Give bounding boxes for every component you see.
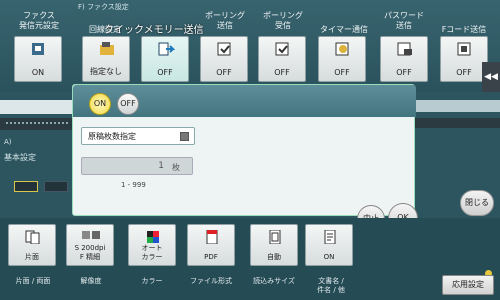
section-label: F) ファクス設定 xyxy=(78,3,129,11)
off-toggle[interactable]: OFF xyxy=(117,93,139,115)
timer-send-label: OFF xyxy=(334,68,350,77)
duplex-icon xyxy=(25,230,40,244)
password-icon xyxy=(397,42,412,56)
left-stripe xyxy=(0,100,75,114)
quick-memory-send-button[interactable]: OFF xyxy=(141,36,189,82)
line-setting-button[interactable]: 指定なし xyxy=(82,36,130,82)
collapse-tab[interactable]: ◀◀ xyxy=(482,62,500,92)
page-count-checkbox[interactable] xyxy=(180,132,189,141)
fbtn-title-4: ポーリング 受信 xyxy=(263,11,303,30)
mode-chip-2[interactable] xyxy=(44,181,68,192)
duplex-label: 片面 xyxy=(25,253,39,261)
fax-sender-label: ON xyxy=(31,68,45,77)
polling-receive-button[interactable]: OFF xyxy=(258,36,306,82)
timer-icon xyxy=(335,42,349,56)
color-button[interactable]: オート カラー xyxy=(128,224,176,266)
file-format-label: PDF xyxy=(204,253,218,261)
page-count-field[interactable]: 1 枚 xyxy=(81,157,193,175)
right-stripe xyxy=(412,100,500,112)
polling-receive-icon xyxy=(275,42,289,56)
page-count-range: 1 - 999 xyxy=(121,181,146,189)
fbtn-title-0: ファクス 発信元設定 xyxy=(19,11,59,30)
document-name-icon xyxy=(324,230,336,244)
dialog-title: クイックメモリー送信 xyxy=(104,25,204,36)
fbtn-title-7: Fコード送信 xyxy=(441,25,487,34)
close-button[interactable]: 閉じる xyxy=(460,190,494,216)
resolution-icon xyxy=(82,231,100,239)
divider xyxy=(6,122,68,125)
resolution-caption: 解像度 xyxy=(80,277,102,285)
timer-send-button[interactable]: OFF xyxy=(318,36,366,82)
polling-send-icon xyxy=(217,42,231,56)
page-count-checkbox-row[interactable]: 原稿枚数指定 xyxy=(81,127,195,145)
scan-size-button[interactable]: 自動 xyxy=(250,224,298,266)
applied-settings-button[interactable]: 応用設定 xyxy=(442,275,494,295)
quick-memory-send-label: OFF xyxy=(157,68,173,77)
page-count-label: 原稿枚数指定 xyxy=(88,132,136,141)
document-name-button[interactable]: ON xyxy=(305,224,353,266)
fcode-send-label: OFF xyxy=(456,68,472,77)
fax-line-icon xyxy=(100,42,114,55)
line-setting-label: 指定なし xyxy=(90,67,122,76)
document-name-label: ON xyxy=(323,253,335,261)
quick-memory-dialog: ON OFF 原稿枚数指定 1 枚 1 - 999 xyxy=(72,84,416,216)
document-name-caption: 文書名 / 件名 / 他 xyxy=(317,277,345,294)
pdf-icon xyxy=(206,230,218,244)
fax-sender-button[interactable]: ON xyxy=(14,36,62,82)
fcode-icon xyxy=(457,42,471,56)
color-label: オート カラー xyxy=(141,244,163,261)
color-caption: カラー xyxy=(141,277,163,285)
fcode-send-button[interactable]: OFF xyxy=(440,36,488,82)
basic-settings-label: 基本設定 xyxy=(4,153,36,162)
polling-receive-label: OFF xyxy=(274,68,290,77)
scan-size-caption: 読込みサイズ xyxy=(253,277,295,285)
duplex-caption: 片面 / 両面 xyxy=(15,277,51,285)
right-stripe-dark xyxy=(412,118,500,128)
fax-sender-icon xyxy=(32,43,44,55)
password-send-button[interactable]: OFF xyxy=(380,36,428,82)
scan-size-icon xyxy=(269,230,281,244)
color-icon xyxy=(147,231,159,243)
label-a: A) xyxy=(4,138,12,146)
page-count-value: 1 xyxy=(158,161,164,171)
polling-send-button[interactable]: OFF xyxy=(200,36,248,82)
resolution-button[interactable]: S 200dpi F 精細 xyxy=(66,224,114,266)
password-send-label: OFF xyxy=(396,68,412,77)
on-toggle[interactable]: ON xyxy=(89,93,111,115)
mode-chip-1[interactable] xyxy=(14,181,38,192)
chevron-left-icon: ◀◀ xyxy=(484,72,498,82)
scan-size-label: 自動 xyxy=(267,253,281,261)
send-icon xyxy=(158,42,175,56)
duplex-button[interactable]: 片面 xyxy=(8,224,56,266)
file-format-caption: ファイル形式 xyxy=(190,277,232,285)
file-format-button[interactable]: PDF xyxy=(187,224,235,266)
resolution-label: S 200dpi F 精細 xyxy=(74,244,106,261)
fbtn-title-3: ポーリング 送信 xyxy=(205,11,245,30)
page-count-unit: 枚 xyxy=(172,163,180,172)
polling-send-label: OFF xyxy=(216,68,232,77)
fbtn-title-6: パスワード 送信 xyxy=(384,11,424,30)
fbtn-title-5: タイマー通信 xyxy=(320,25,368,34)
